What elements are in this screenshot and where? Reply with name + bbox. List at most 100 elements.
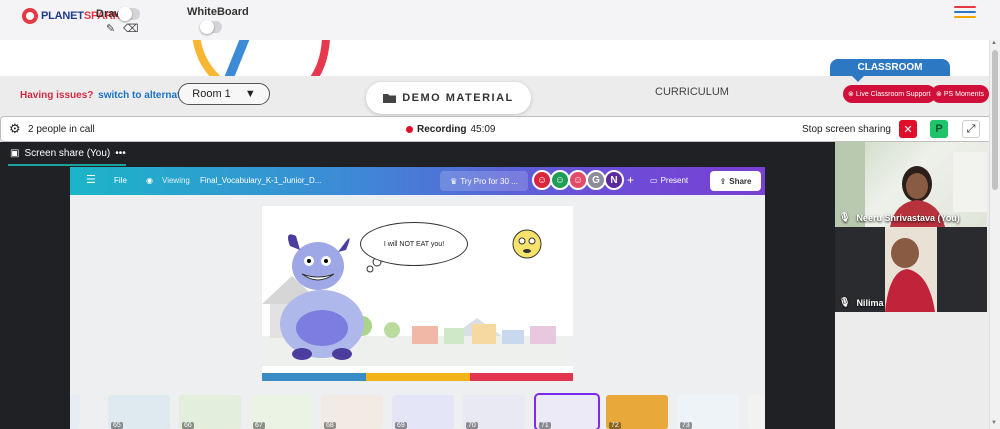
participant-p-button[interactable]: P: [930, 120, 948, 138]
eye-icon: ◉: [146, 176, 153, 185]
call-header: ⚙ 2 people in call Recording 45:09 Stop …: [0, 116, 1000, 142]
red-arc-decoration: [240, 40, 330, 76]
classroom-subbar: Having issues? switch to alternate room …: [0, 59, 1000, 116]
ps-moments-button[interactable]: ⊗ PS Moments: [931, 85, 989, 103]
slide-thumbnail[interactable]: 73: [677, 395, 739, 429]
thumbnail-number: 70: [466, 422, 478, 429]
slide-thumbnail[interactable]: 68: [321, 395, 383, 429]
participant-tile-nilima[interactable]: 🎙 Nilima: [835, 227, 987, 312]
document-title[interactable]: Final_Vocabulary_K-1_Junior_D...: [200, 176, 321, 185]
screen-icon: ▣: [10, 148, 20, 159]
demo-material-button[interactable]: DEMO MATERIAL: [366, 82, 531, 114]
room-select-value: Room 1: [192, 88, 231, 100]
people-in-call: 2 people in call: [28, 124, 95, 135]
collaborator-avatar-1[interactable]: ☺: [532, 170, 552, 190]
recording-dot-icon: [406, 126, 413, 133]
present-label: Present: [660, 176, 689, 185]
canva-toolbar: ☰ File ◉ Viewing Final_Vocabulary_K-1_Ju…: [70, 167, 765, 195]
viewing-label: Viewing: [162, 176, 190, 185]
try-pro-button[interactable]: ♛ Try Pro for 30 ...: [440, 171, 528, 191]
eraser-icon[interactable]: ⌫: [123, 23, 139, 35]
slide-thumbnail-active[interactable]: 71: [534, 393, 600, 429]
thumbnail-number: 68: [324, 422, 336, 429]
curriculum-tab[interactable]: CURRICULUM: [655, 86, 729, 98]
slide-thumbnail[interactable]: 65: [108, 395, 170, 429]
stop-screen-sharing-label: Stop screen sharing: [802, 124, 891, 135]
microphone-icon: 🎙: [839, 212, 851, 222]
slide-thumbnails: 65 66 67 68 69 70 71 72 73: [70, 393, 765, 429]
thumbnail-number: 71: [539, 422, 551, 429]
slide-thumbnail[interactable]: 66: [179, 395, 241, 429]
active-tab-underline: [8, 164, 126, 166]
scroll-down-icon[interactable]: ▼: [991, 420, 997, 426]
microphone-icon: 🎙: [839, 297, 851, 307]
share-label: Share: [729, 176, 752, 186]
participant-name-nilima: 🎙 Nilima: [839, 297, 883, 308]
speech-bubble: I will NOT EAT you!: [360, 222, 468, 266]
slide-thumbnail[interactable]: 72: [606, 395, 668, 429]
share-button[interactable]: ⇪ Share: [710, 171, 761, 191]
draw-toggle[interactable]: [118, 7, 140, 21]
recording-time: 45:09: [470, 124, 496, 135]
ps-moments-icon: ⊗: [936, 91, 942, 98]
brand-name-part1: PLANET: [41, 10, 84, 22]
participant-tile-self[interactable]: 🎙 Neeru Shrivastava (You): [835, 142, 987, 227]
recording-status: Recording 45:09: [406, 124, 495, 135]
slide-stripe-blue: [262, 373, 366, 381]
add-collaborator-icon[interactable]: +: [627, 173, 634, 187]
live-support-label: Live Classroom Support: [855, 90, 931, 98]
slide-thumbnail[interactable]: 67: [250, 395, 312, 429]
top-toolbar: PLANETSPARK Draw ✎ ⌫ WhiteBoard: [0, 0, 1000, 40]
more-dots-icon[interactable]: •••: [115, 148, 126, 159]
slide-canvas[interactable]: I will NOT EAT you!: [262, 206, 573, 381]
folder-icon: [383, 94, 397, 103]
slide-thumbnail[interactable]: 69: [392, 395, 454, 429]
screen-share-tab[interactable]: ▣ Screen share (You) •••: [10, 148, 126, 159]
slide-stripe-red: [470, 373, 573, 381]
planetspark-logo-icon: [22, 8, 38, 24]
gear-icon[interactable]: ⚙: [9, 122, 21, 136]
file-menu[interactable]: File: [114, 176, 127, 185]
demo-material-label: DEMO MATERIAL: [402, 92, 514, 104]
thumbnail-number: 72: [609, 422, 621, 429]
collaborator-avatar-g[interactable]: G: [586, 170, 606, 190]
participant-name-label: Nilima: [856, 297, 884, 308]
slide-thumbnail[interactable]: 70: [463, 395, 525, 429]
live-classroom-support-button[interactable]: ⊗ Live Classroom Support: [843, 85, 936, 103]
slide-stripe-yellow: [366, 373, 470, 381]
caret-down-icon: ▼: [244, 88, 256, 100]
scroll-up-icon[interactable]: ▲: [991, 40, 997, 46]
whiteboard-toggle[interactable]: [200, 20, 222, 34]
issues-label: Having issues?: [20, 90, 94, 101]
recording-label: Recording: [417, 124, 467, 135]
upload-icon: ⇪: [719, 176, 727, 186]
speech-text: I will NOT EAT you!: [383, 240, 445, 248]
try-pro-label: Try Pro for 30 ...: [460, 176, 518, 186]
thumbnail-number: 66: [182, 422, 194, 429]
canva-editor: ☰ File ◉ Viewing Final_Vocabulary_K-1_Ju…: [70, 167, 765, 429]
scrollbar-thumb[interactable]: [992, 50, 998, 190]
expand-icon[interactable]: ⤢: [962, 120, 980, 138]
pencil-icon[interactable]: ✎: [106, 23, 115, 35]
room-select[interactable]: Room 1 ▼: [178, 83, 270, 105]
slide-thumbnail[interactable]: [748, 395, 765, 429]
slide-thumbnail[interactable]: [70, 395, 80, 429]
ps-moments-label: PS Moments: [943, 90, 984, 98]
stop-sharing-close-button[interactable]: ✕: [899, 120, 917, 138]
collaborator-avatar-3[interactable]: ☺: [568, 170, 588, 190]
menu-icon[interactable]: ☰: [86, 173, 96, 186]
screen-share-label: Screen share (You): [24, 148, 111, 159]
participant-name-self: 🎙 Neeru Shrivastava (You): [839, 212, 960, 223]
page-scrollbar[interactable]: ▲ ▼: [989, 40, 1000, 429]
thumbnail-number: 69: [395, 422, 407, 429]
whiteboard-label: WhiteBoard: [187, 6, 249, 18]
thumbnail-number: 65: [111, 422, 123, 429]
collaborator-avatar-2[interactable]: ☺: [550, 170, 570, 190]
classroom-tab[interactable]: CLASSROOM: [830, 59, 950, 82]
live-support-icon: ⊗: [848, 91, 854, 98]
thumbnail-number: 73: [680, 422, 692, 429]
screen-share-stage: ▣ Screen share (You) ••• ☰ File ◉ Viewin…: [0, 142, 835, 429]
hamburger-menu-icon[interactable]: [954, 6, 976, 20]
present-button[interactable]: ▭ Present: [650, 176, 688, 185]
collaborator-avatar-n[interactable]: N: [604, 170, 624, 190]
